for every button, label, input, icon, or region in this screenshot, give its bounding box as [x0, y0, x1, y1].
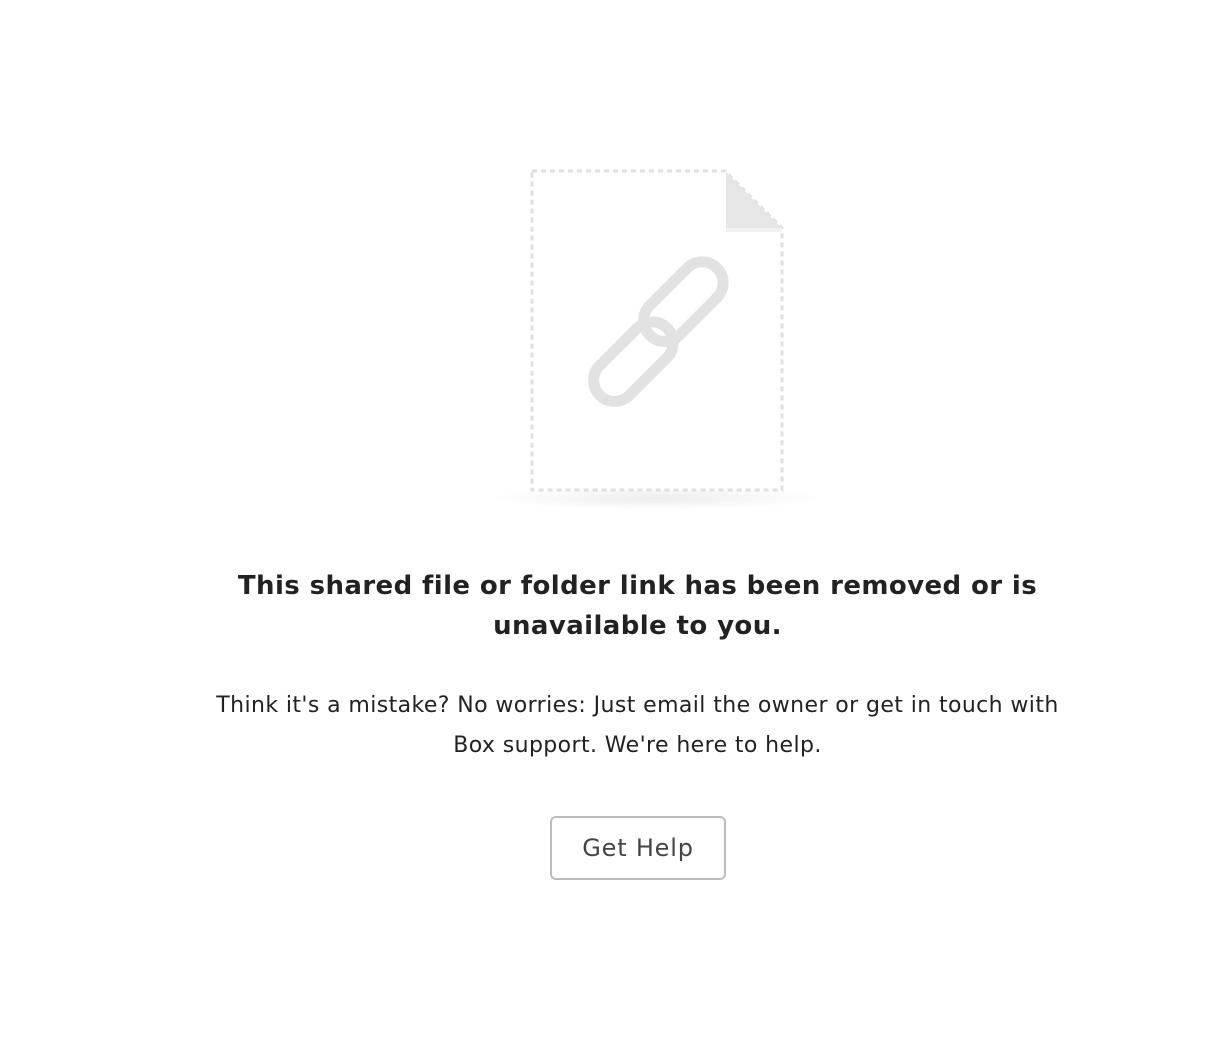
error-message: Think it's a mistake? No worries: Just e…	[216, 693, 1059, 758]
error-headline: This shared file or folder link has been…	[237, 571, 1038, 641]
folded-corner-shadow	[726, 228, 782, 232]
folded-corner	[726, 172, 782, 228]
get-help-button[interactable]: Get Help	[550, 816, 726, 880]
document-icon	[487, 169, 827, 510]
missing-file-illustration	[480, 160, 830, 520]
